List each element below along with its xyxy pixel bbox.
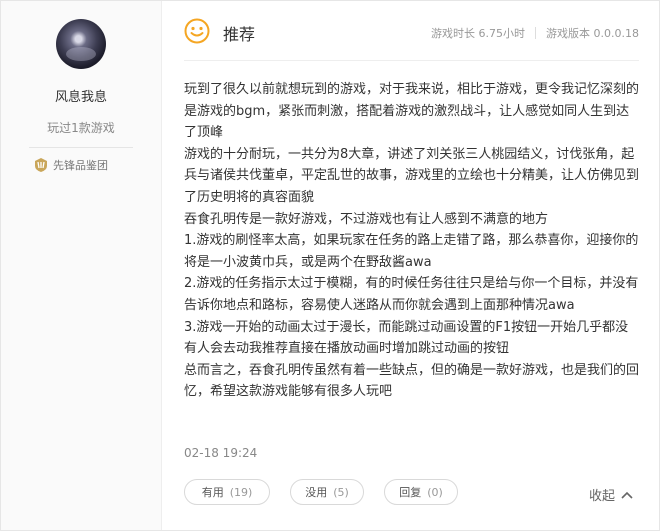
review-card: 风息我息 玩过1款游戏 先锋品鉴团 推荐 游戏时长 6.75小时 游戏版本 0.… [0, 0, 660, 531]
review-date: 02-18 19:24 [184, 446, 258, 460]
username[interactable]: 风息我息 [1, 86, 161, 105]
verdict-label: 推荐 [223, 25, 256, 44]
chevron-up-icon [621, 491, 633, 499]
review-actions: 有用 (19) 没用 (5) 回复 (0) [184, 479, 478, 505]
reply-count: (0) [427, 485, 443, 499]
review-paragraph: 2.游戏的任务指示太过于模糊，有的时候任务往往只是给与你一个目标，并没有告诉你地… [184, 276, 639, 313]
useful-label: 有用 [201, 486, 224, 499]
collapse-button[interactable]: 收起 [589, 485, 633, 504]
badge-label: 先锋品鉴团 [53, 159, 108, 172]
useless-count: (5) [333, 485, 349, 499]
smile-icon [184, 18, 210, 44]
meta-separator [535, 27, 537, 39]
useless-label: 没用 [305, 486, 328, 499]
review-paragraph: 玩到了很久以前就想玩到的游戏，对于我来说，相比于游戏，更令我记忆深刻的是游戏的b… [184, 82, 640, 141]
useless-button[interactable]: 没用 (5) [290, 479, 364, 505]
playtime: 游戏时长 6.75小时 [431, 27, 526, 40]
header-divider [184, 60, 639, 61]
pioneer-badge-icon [35, 158, 47, 172]
review-paragraph: 吞食孔明传是一款好游戏，不过游戏也有让人感到不满意的地方 [184, 211, 549, 227]
review-body: 玩到了很久以前就想玩到的游戏，对于我来说，相比于游戏，更令我记忆深刻的是游戏的b… [184, 79, 639, 403]
game-version: 游戏版本 0.0.0.18 [546, 27, 639, 40]
review-paragraph: 1.游戏的刷怪率太高，如果玩家在任务的路上走错了路，那么恭喜你，迎接你的将是一小… [184, 233, 639, 270]
user-panel: 风息我息 玩过1款游戏 先锋品鉴团 [1, 1, 162, 530]
reply-label: 回复 [399, 486, 422, 499]
review-paragraph: 总而言之，吞食孔明传虽然有着一些缺点，但的确是一款好游戏，也是我们的回忆，希望这… [184, 362, 640, 400]
review-meta: 游戏时长 6.75小时 游戏版本 0.0.0.18 [431, 25, 639, 41]
played-count: 玩过1款游戏 [47, 121, 115, 135]
useful-button[interactable]: 有用 (19) [184, 479, 270, 505]
divider [29, 147, 133, 148]
collapse-label: 收起 [588, 489, 615, 504]
review-paragraph: 3.游戏一开始的动画太过于漫长，而能跳过动画设置的F1按钮一开始几乎都没有人会去… [184, 319, 629, 357]
avatar[interactable] [56, 19, 106, 69]
review-paragraph: 游戏的十分耐玩，一共分为8大章，讲述了刘关张三人桃园结义，讨伐张角，起兵与诸侯共… [184, 146, 640, 205]
useful-count: (19) [229, 485, 253, 499]
pioneer-badge[interactable]: 先锋品鉴团 [33, 156, 108, 174]
reply-button[interactable]: 回复 (0) [384, 479, 458, 505]
